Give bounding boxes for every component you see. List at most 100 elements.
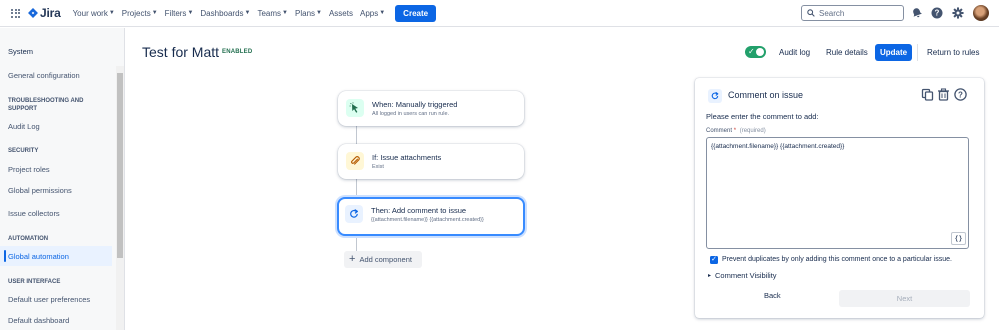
add-component-button[interactable]: + Add component <box>344 251 422 268</box>
flow-connector <box>356 236 357 251</box>
nav-dashboards[interactable]: Dashboards ▼ <box>200 9 250 18</box>
flow-action-title: Then: Add comment to issue <box>371 206 467 215</box>
component-config-panel: Comment on issue ? Please enter the comm… <box>695 78 984 318</box>
back-button[interactable]: Back <box>764 291 781 300</box>
status-badge: ENABLED <box>222 49 253 55</box>
comment-label-text: Comment <box>706 128 733 134</box>
flow-action-subtitle: {{attachment.filename}} {{attachment.cre… <box>371 217 484 223</box>
refresh-icon <box>708 89 722 103</box>
flow-connector <box>356 126 357 144</box>
page-title: Test for Matt <box>142 44 220 60</box>
sidebar-section-troubleshooting: TROUBLESHOOTING AND SUPPORT <box>8 98 84 112</box>
nav-filters[interactable]: Filters ▼ <box>165 9 194 18</box>
comment-visibility-label: Comment Visibility <box>715 271 777 280</box>
flow-condition-subtitle: Exist <box>372 164 384 170</box>
next-button[interactable]: Next <box>839 290 970 307</box>
nav-label: Plans <box>295 8 316 18</box>
nav-apps[interactable]: Apps ▼ <box>360 9 385 18</box>
nav-label: Your work <box>72 8 108 18</box>
return-to-rules-button[interactable]: Return to rules <box>923 44 983 61</box>
prevent-duplicates-checkbox[interactable]: ✓ <box>710 256 718 264</box>
chevron-down-icon: ▼ <box>282 10 288 16</box>
chevron-down-icon: ▼ <box>379 10 386 16</box>
sidebar-section-security: SECURITY <box>8 148 39 154</box>
sidebar: System General configuration TROUBLESHOO… <box>0 28 125 330</box>
smart-values-button[interactable]: {} <box>951 232 966 245</box>
sidebar-item-general-configuration[interactable]: General configuration <box>8 71 80 80</box>
add-component-label: Add component <box>359 255 412 264</box>
flow-trigger-title: When: Manually triggered <box>372 100 458 109</box>
nav-label: Apps <box>359 8 379 18</box>
notifications-icon[interactable] <box>911 7 923 19</box>
audit-log-button[interactable]: Audit log <box>775 44 814 61</box>
nav-projects[interactable]: Projects ▼ <box>122 9 158 18</box>
search-input[interactable] <box>819 8 899 18</box>
nav-plans[interactable]: Plans ▼ <box>295 9 322 18</box>
comment-field-label: Comment * (required) <box>706 128 766 134</box>
nav-label: Filters <box>164 8 187 18</box>
check-icon: ✓ <box>748 47 755 56</box>
sidebar-item-default-dashboard[interactable]: Default dashboard <box>8 316 69 325</box>
nav-label: Assets <box>328 8 353 18</box>
sidebar-item-project-roles[interactable]: Project roles <box>8 165 50 174</box>
sidebar-section-automation: AUTOMATION <box>8 236 49 242</box>
nav-label: Projects <box>121 8 151 18</box>
jira-logo[interactable]: Jira <box>28 6 61 20</box>
nav-teams[interactable]: Teams ▼ <box>257 9 288 18</box>
header-divider <box>917 44 918 61</box>
nav-label: Dashboards <box>200 8 244 18</box>
flow-condition-title: If: Issue attachments <box>372 153 442 162</box>
sidebar-heading: System <box>8 47 34 56</box>
chevron-down-icon: ▼ <box>316 10 322 16</box>
flow-trigger-card[interactable]: When: Manually triggered All logged in u… <box>338 91 524 126</box>
panel-prompt: Please enter the comment to add: <box>706 112 819 121</box>
jira-logo-icon <box>28 8 38 18</box>
svg-text:?: ? <box>935 9 940 18</box>
flow-trigger-subtitle: All logged in users can run rule. <box>372 111 450 117</box>
plus-icon: + <box>349 253 356 265</box>
nav-your-work[interactable]: Your work ▼ <box>73 9 115 18</box>
chevron-down-icon: ▼ <box>187 10 194 16</box>
prevent-duplicates-label: Prevent duplicates by only adding this c… <box>722 256 952 263</box>
sidebar-item-default-user-preferences[interactable]: Default user preferences <box>8 295 90 304</box>
sidebar-item-audit-log[interactable]: Audit Log <box>8 122 40 131</box>
trash-icon[interactable] <box>937 88 950 101</box>
rule-enabled-toggle[interactable]: ✓ <box>745 46 766 58</box>
avatar[interactable] <box>973 5 989 21</box>
sidebar-section-user-interface: USER INTERFACE <box>8 279 61 285</box>
cursor-click-icon <box>346 99 364 117</box>
rule-details-button[interactable]: Rule details <box>822 44 872 61</box>
sidebar-item-global-permissions[interactable]: Global permissions <box>8 186 72 195</box>
sidebar-item-issue-collectors[interactable]: Issue collectors <box>8 209 60 218</box>
chevron-down-icon: ▼ <box>108 10 115 16</box>
paperclip-icon <box>346 152 364 170</box>
settings-icon[interactable] <box>952 7 964 19</box>
help-icon[interactable]: ? <box>954 88 967 101</box>
comment-textarea[interactable]: {{attachment.filename}} {{attachment.cre… <box>706 137 969 249</box>
refresh-icon <box>345 205 363 223</box>
app-switcher-icon[interactable] <box>11 8 20 18</box>
jira-logo-text: Jira <box>40 6 61 20</box>
sidebar-active-indicator <box>4 250 6 262</box>
create-button[interactable]: Create <box>395 4 437 22</box>
search-box[interactable] <box>801 5 904 21</box>
flow-connector <box>356 179 357 197</box>
nav-label: Teams <box>257 8 282 18</box>
help-icon[interactable]: ? <box>931 7 943 19</box>
chevron-down-icon: ▼ <box>151 10 158 16</box>
sidebar-item-global-automation[interactable]: Global automation <box>8 252 69 261</box>
comment-visibility-toggle[interactable]: ▸ Comment Visibility <box>708 271 777 280</box>
required-asterisk: * <box>733 128 737 134</box>
flow-action-card[interactable]: Then: Add comment to issue {{attachment.… <box>337 197 525 236</box>
required-hint: (required) <box>739 128 766 134</box>
panel-title: Comment on issue <box>728 90 804 100</box>
sidebar-scrollbar-thumb[interactable] <box>117 73 123 258</box>
nav-assets[interactable]: Assets <box>329 9 353 18</box>
update-button[interactable]: Update <box>875 44 912 61</box>
chevron-down-icon: ▼ <box>244 10 251 16</box>
flow-condition-card[interactable]: If: Issue attachments Exist <box>338 144 524 179</box>
search-icon <box>807 9 815 17</box>
chevron-right-icon: ▸ <box>708 273 712 279</box>
copy-icon[interactable] <box>921 88 934 101</box>
svg-text:?: ? <box>958 90 963 99</box>
